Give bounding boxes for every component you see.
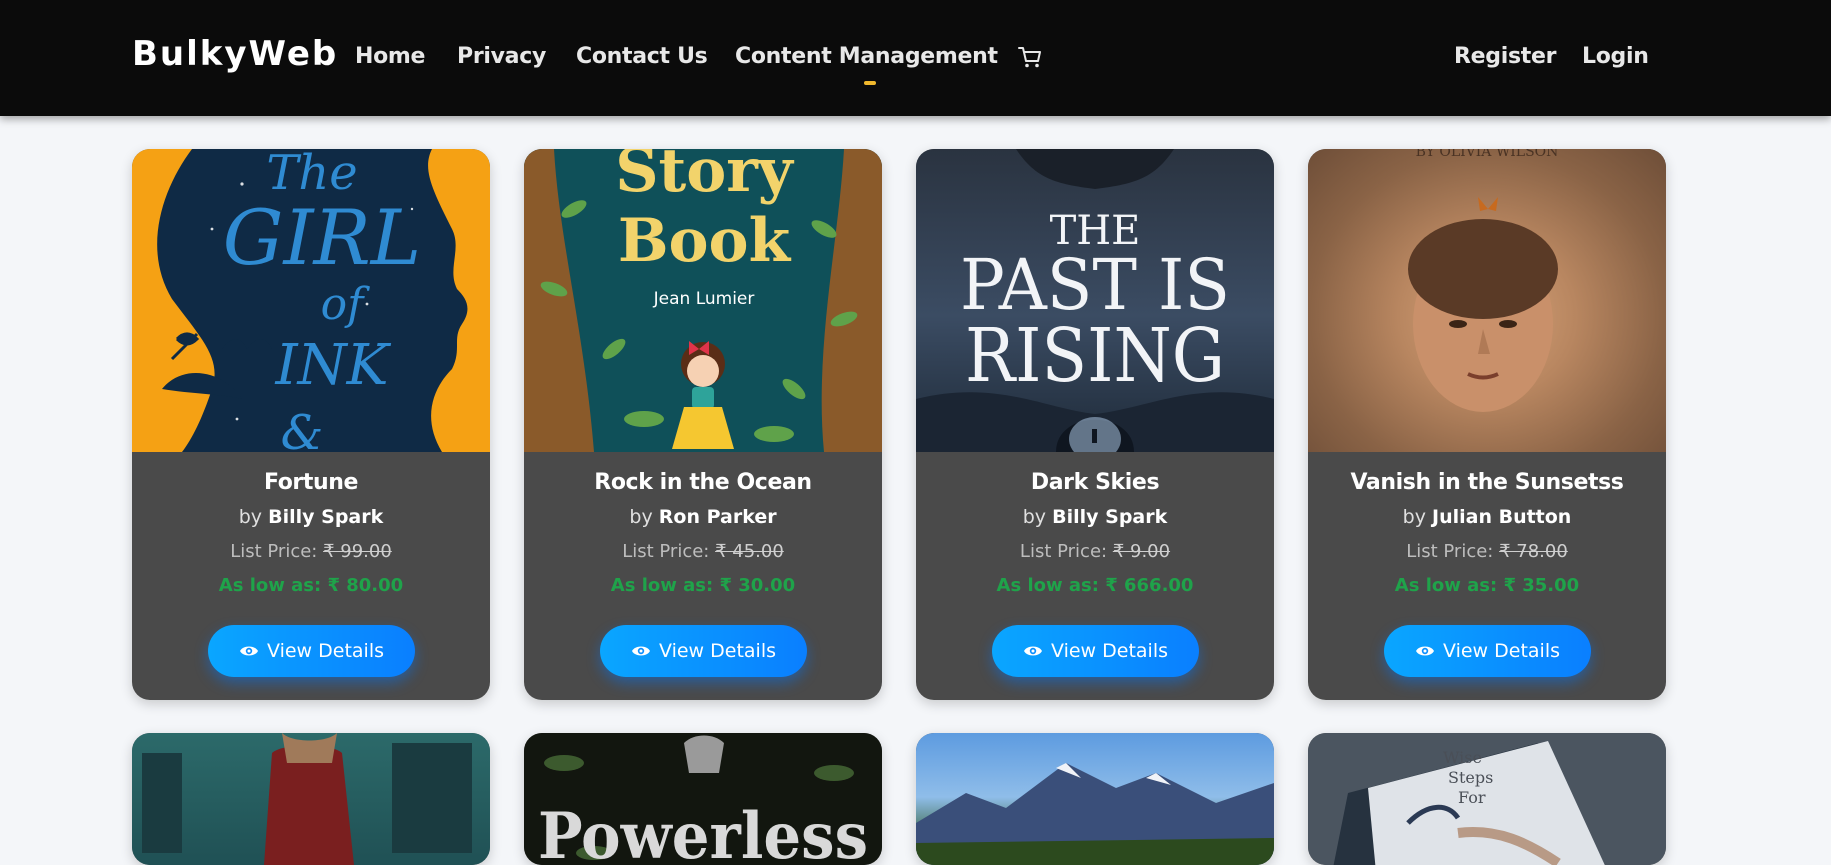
nav-register[interactable]: Register (1454, 44, 1556, 69)
navbar: BulkyWeb Home Privacy Contact Us Content… (0, 0, 1831, 116)
svg-text:For: For (1458, 788, 1486, 807)
brand-logo[interactable]: BulkyWeb (132, 34, 338, 74)
book-title[interactable]: Rock in the Ocean (524, 470, 882, 495)
product-card: Powerless (524, 733, 882, 865)
product-card: THE PAST IS RISING Dark Skies by Billy S… (916, 149, 1274, 700)
book-title[interactable]: Fortune (132, 470, 490, 495)
book-cover-image[interactable] (132, 733, 490, 865)
card-body: Rock in the Ocean by Ron Parker List Pri… (524, 452, 882, 700)
author-line: by Julian Button (1402, 506, 1572, 528)
svg-text:Powerless: Powerless (538, 799, 868, 865)
view-details-button[interactable]: View Details (208, 625, 415, 677)
svg-text:Book: Book (618, 206, 792, 276)
book-cover-image[interactable]: BY OLIVIA WILSON (1308, 149, 1666, 452)
author-line: by Billy Spark (1022, 506, 1168, 528)
view-details-button[interactable]: View Details (1384, 625, 1591, 677)
nav-content-management[interactable]: Content Management (735, 44, 998, 69)
active-nav-indicator (864, 81, 876, 85)
nav-login[interactable]: Login (1582, 44, 1649, 69)
svg-text:Steps: Steps (1448, 768, 1493, 787)
eye-icon (1024, 646, 1042, 656)
author-line: by Ron Parker (629, 506, 777, 528)
list-price: List Price: ₹ 45.00 (622, 541, 784, 562)
product-card (132, 733, 490, 865)
book-cover-image[interactable]: Wise Steps For (1308, 733, 1666, 865)
svg-text:BY OLIVIA WILSON: BY OLIVIA WILSON (1416, 149, 1559, 160)
low-price: As low as: ₹ 30.00 (610, 575, 796, 596)
book-cover-image[interactable]: The GIRL of INK & (132, 149, 490, 452)
svg-text:Jean Lumier: Jean Lumier (653, 289, 755, 309)
svg-text:Story: Story (615, 149, 795, 206)
svg-text:RISING: RISING (965, 313, 1225, 399)
book-cover-image[interactable]: THE PAST IS RISING (916, 149, 1274, 452)
nav-home[interactable]: Home (355, 44, 425, 69)
view-details-button[interactable]: View Details (600, 625, 807, 677)
book-title[interactable]: Dark Skies (916, 470, 1274, 495)
eye-icon (632, 646, 650, 656)
view-details-button[interactable]: View Details (992, 625, 1199, 677)
list-price: List Price: ₹ 99.00 (230, 541, 392, 562)
author-line: by Billy Spark (238, 506, 384, 528)
low-price: As low as: ₹ 35.00 (1394, 575, 1580, 596)
product-card: BY OLIVIA WILSON Vanish in the Sunsetss … (1308, 149, 1666, 700)
product-card: The GIRL of INK & Fortune by Billy Spark… (132, 149, 490, 700)
author-name: Billy Spark (268, 506, 384, 528)
product-card (916, 733, 1274, 865)
author-name: Julian Button (1432, 506, 1572, 528)
book-cover-image[interactable]: Story Book Jean Lumier (524, 149, 882, 452)
svg-text:GIRL: GIRL (223, 193, 421, 282)
svg-text:INK: INK (275, 333, 392, 398)
nav-contact-us[interactable]: Contact Us (576, 44, 708, 69)
eye-icon (1416, 646, 1434, 656)
svg-text:Wise: Wise (1443, 748, 1482, 767)
svg-text:of: of (321, 279, 370, 330)
list-price: List Price: ₹ 78.00 (1406, 541, 1568, 562)
eye-icon (240, 646, 258, 656)
book-cover-image[interactable]: Powerless (524, 733, 882, 865)
svg-text:&: & (281, 405, 324, 452)
author-name: Ron Parker (658, 506, 777, 528)
low-price: As low as: ₹ 666.00 (996, 575, 1194, 596)
author-name: Billy Spark (1052, 506, 1168, 528)
nav-privacy[interactable]: Privacy (457, 44, 546, 69)
card-body: Dark Skies by Billy Spark List Price: ₹ … (916, 452, 1274, 700)
product-card: Story Book Jean Lumier Rock in the Ocean… (524, 149, 882, 700)
book-cover-image[interactable] (916, 733, 1274, 865)
book-title[interactable]: Vanish in the Sunsetss (1308, 470, 1666, 495)
cart-icon[interactable] (1017, 44, 1043, 70)
low-price: As low as: ₹ 80.00 (218, 575, 404, 596)
list-price: List Price: ₹ 9.00 (1019, 541, 1171, 562)
card-body: Fortune by Billy Spark List Price: ₹ 99.… (132, 452, 490, 700)
product-card: Wise Steps For (1308, 733, 1666, 865)
card-body: Vanish in the Sunsetss by Julian Button … (1308, 452, 1666, 700)
